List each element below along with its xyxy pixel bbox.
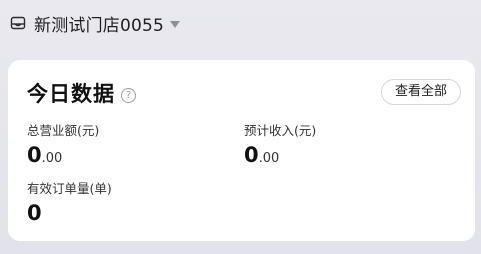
- view-all-button[interactable]: 查看全部: [380, 79, 461, 105]
- today-data-card: 今日数据 ? 查看全部 总营业额(元) 0.00 预计收入(元) 0.00 有效…: [8, 60, 475, 241]
- metric-value: 0.00: [27, 143, 99, 167]
- chevron-down-icon[interactable]: [170, 20, 181, 28]
- metric-value-decimal: .00: [258, 151, 280, 166]
- metric-value-integer: 0: [27, 201, 42, 225]
- metric-label: 有效订单量(单): [27, 181, 112, 196]
- metric-expected-income: 预计收入(元) 0.00: [244, 120, 316, 167]
- metric-value: 0.00: [244, 143, 316, 167]
- card-title: 今日数据: [27, 82, 115, 106]
- store-name[interactable]: 新测试门店0055: [34, 11, 164, 36]
- metric-label: 预计收入(元): [244, 123, 317, 138]
- metric-label: 总营业额(元): [27, 123, 100, 138]
- metric-value: 0: [27, 201, 112, 225]
- metric-value-integer: 0: [27, 143, 42, 167]
- store-icon: [10, 15, 26, 31]
- metric-total-revenue: 总营业额(元) 0.00: [27, 120, 99, 167]
- question-icon[interactable]: ?: [121, 87, 136, 103]
- metric-value-integer: 0: [244, 143, 259, 167]
- metric-valid-orders: 有效订单量(单) 0: [27, 178, 112, 225]
- store-selector[interactable]: 新测试门店0055: [10, 10, 181, 36]
- card-header: 今日数据 ?: [27, 78, 136, 108]
- metric-value-decimal: .00: [41, 151, 63, 166]
